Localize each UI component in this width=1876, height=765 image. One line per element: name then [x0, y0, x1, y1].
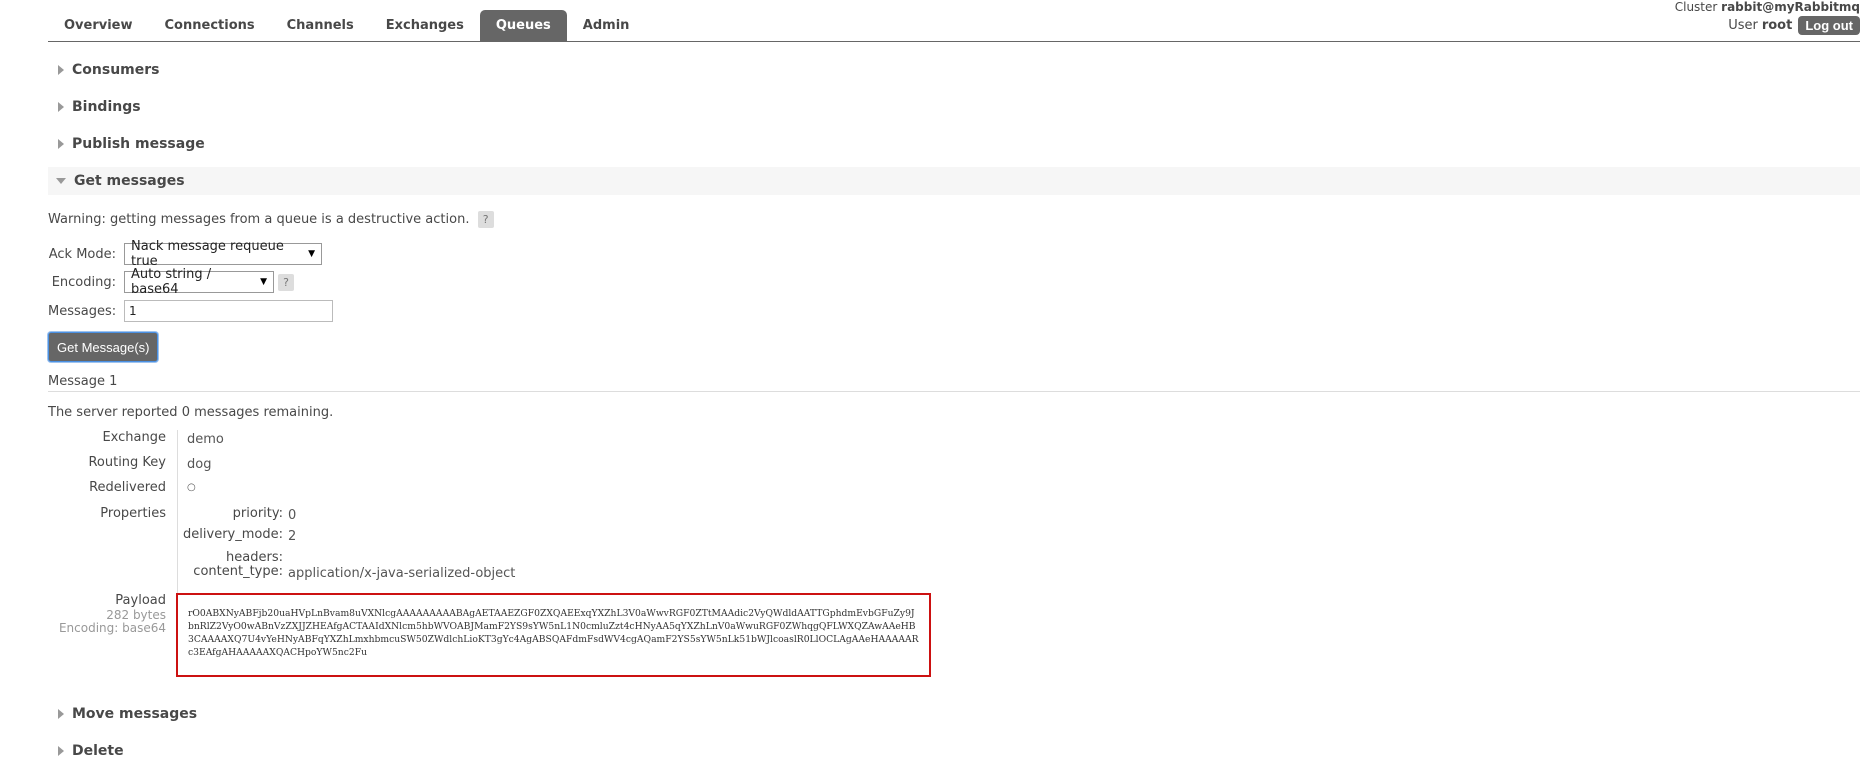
ack-mode-select[interactable]: Nack message requeue true ▼: [124, 239, 322, 269]
content-type-label: content_type:: [193, 564, 283, 579]
expand-arrow-icon: [58, 64, 64, 75]
delivery-mode-value: 2: [288, 529, 297, 544]
messages-count-row: Messages: 1: [48, 300, 333, 322]
ack-mode-row: Ack Mode: Nack message requeue true ▼: [48, 239, 322, 269]
section-delete[interactable]: Delete: [48, 737, 1860, 765]
section-title: Bindings: [72, 99, 141, 115]
top-navigation: Overview Connections Channels Exchanges …: [48, 0, 1860, 42]
payload-content: rO0ABXNyABFjb20uaHVpLnBvam8uVXNlcgAAAAAA…: [176, 593, 931, 677]
cluster-label: Cluster: [1674, 0, 1718, 14]
content-type-value: application/x-java-serialized-object: [288, 566, 516, 581]
dropdown-caret-icon: ▼: [308, 249, 315, 259]
tab-overview[interactable]: Overview: [48, 10, 149, 41]
section-move-messages[interactable]: Move messages: [48, 700, 1860, 728]
user-name: root: [1761, 18, 1793, 33]
headers-label: headers:: [226, 550, 283, 565]
section-publish-message[interactable]: Publish message: [48, 130, 1860, 158]
cluster-name: rabbit@myRabbitmq: [1721, 0, 1860, 14]
tab-exchanges[interactable]: Exchanges: [370, 10, 480, 41]
tab-queues[interactable]: Queues: [479, 10, 567, 41]
messages-count-input[interactable]: 1: [124, 300, 333, 322]
encoding-select[interactable]: Auto string / base64 ▼: [124, 267, 274, 297]
properties-label: Properties: [100, 506, 166, 521]
encoding-row: Encoding: Auto string / base64 ▼ ?: [48, 267, 294, 297]
priority-label: priority:: [232, 506, 283, 521]
cluster-info: Cluster rabbit@myRabbitmq: [1675, 0, 1860, 14]
payload-size: 282 bytes: [106, 608, 166, 622]
section-title: Delete: [72, 743, 124, 759]
exchange-value: demo: [187, 432, 224, 447]
ack-mode-value: Nack message requeue true: [131, 239, 284, 269]
tab-admin[interactable]: Admin: [567, 10, 646, 41]
server-report: The server reported 0 messages remaining…: [48, 405, 333, 420]
section-title: Get messages: [74, 173, 185, 189]
encoding-label: Encoding:: [51, 274, 116, 290]
section-bindings[interactable]: Bindings: [48, 93, 1860, 121]
payload-encoding: Encoding: base64: [58, 621, 166, 635]
section-get-messages[interactable]: Get messages: [48, 167, 1860, 195]
get-messages-button[interactable]: Get Message(s): [48, 332, 159, 362]
messages-count-label: Messages:: [48, 303, 117, 319]
section-title: Consumers: [72, 62, 160, 78]
help-icon[interactable]: ?: [278, 273, 294, 291]
ack-mode-label: Ack Mode:: [48, 246, 116, 262]
routing-key-label: Routing Key: [88, 455, 166, 470]
logout-button[interactable]: Log out: [1798, 16, 1860, 35]
expand-arrow-icon: [58, 708, 64, 719]
user-label: User: [1728, 18, 1758, 33]
message-title: Message 1: [48, 374, 118, 389]
tab-connections[interactable]: Connections: [149, 10, 271, 41]
dropdown-caret-icon: ▼: [260, 277, 267, 287]
warning-text: Warning: getting messages from a queue i…: [48, 212, 470, 227]
section-title: Publish message: [72, 136, 205, 152]
user-info: User root Log out: [1728, 16, 1860, 35]
remaining-count: 0: [181, 405, 190, 420]
section-consumers[interactable]: Consumers: [48, 56, 1860, 84]
expand-arrow-icon: [58, 101, 64, 112]
tab-channels[interactable]: Channels: [271, 10, 370, 41]
payload-label: Payload: [115, 593, 166, 608]
main-tabs: Overview Connections Channels Exchanges …: [48, 10, 645, 41]
server-report-suffix: messages remaining.: [194, 405, 334, 420]
server-report-prefix: The server reported: [48, 405, 178, 420]
redelivered-indicator: ○: [187, 482, 196, 493]
delivery-mode-label: delivery_mode:: [183, 527, 283, 542]
encoding-value: Auto string / base64: [131, 267, 212, 297]
help-icon[interactable]: ?: [477, 211, 494, 228]
collapse-arrow-icon: [56, 177, 66, 184]
redelivered-label: Redelivered: [89, 480, 166, 495]
expand-arrow-icon: [58, 745, 64, 756]
exchange-label: Exchange: [102, 430, 166, 445]
priority-value: 0: [288, 508, 297, 523]
divider: [48, 391, 1860, 392]
destructive-warning: Warning: getting messages from a queue i…: [48, 211, 494, 228]
routing-key-value: dog: [187, 457, 212, 472]
section-title: Move messages: [72, 706, 198, 722]
expand-arrow-icon: [58, 138, 64, 149]
